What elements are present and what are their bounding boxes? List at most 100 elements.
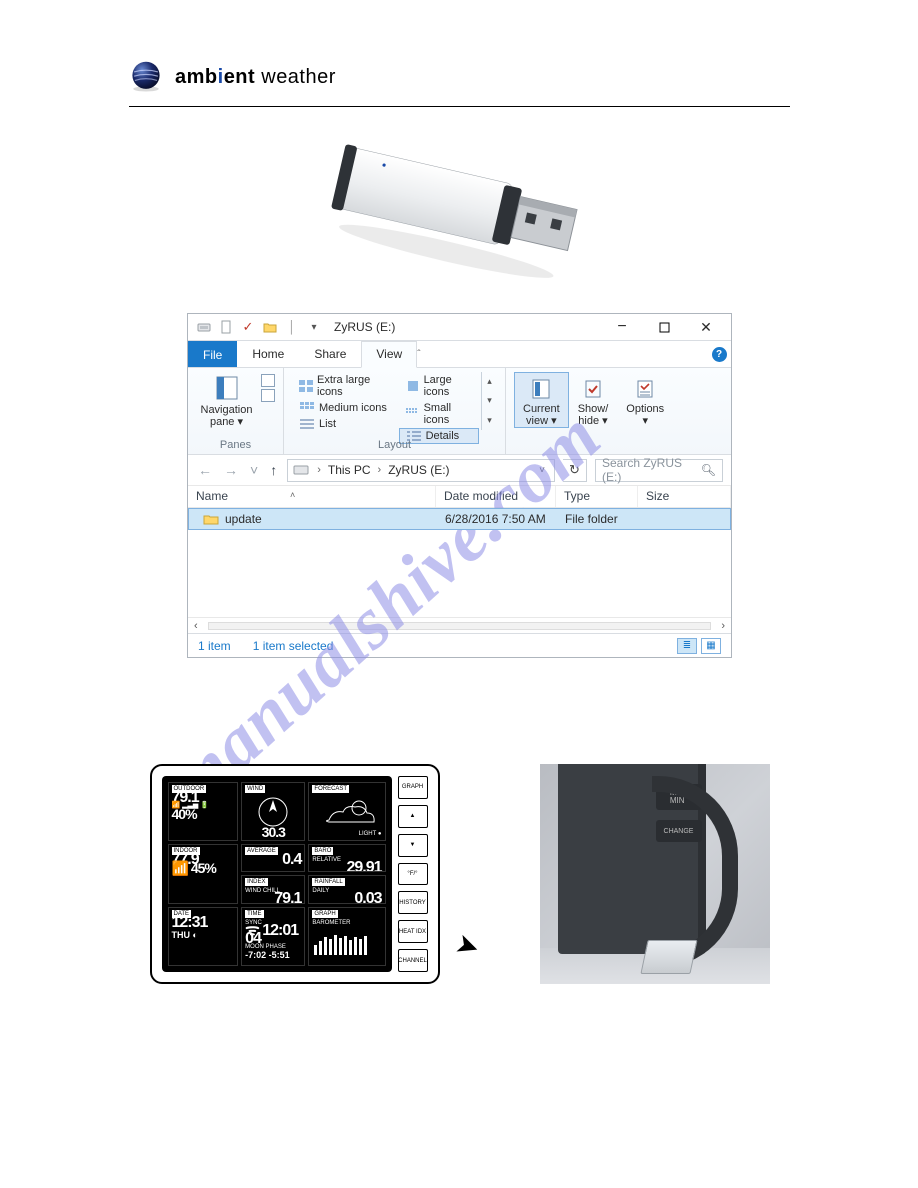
address-bar-row: ← → ˅ ↑ › This PC › ZyRUS (E:) ˅ ↻ Searc… [188,455,731,486]
crumb-this-pc[interactable]: This PC [326,463,373,477]
forecast-icon [319,794,375,830]
breadcrumb[interactable]: › This PC › ZyRUS (E:) ˅ [287,459,555,482]
status-selected: 1 item selected [253,639,334,653]
layout-gallery-more[interactable]: ▴▾▾ [481,372,497,430]
btn-up[interactable]: ▲ [398,805,428,828]
back-button[interactable]: ← [196,462,214,478]
scroll-left-icon[interactable]: ‹ [194,620,198,632]
usb-inserted-icon [640,940,697,974]
options-icon [635,378,655,400]
xl-icons-icon [299,380,313,392]
scroll-right-icon[interactable]: › [721,620,725,632]
item-date: 6/28/2016 7:50 AM [437,512,557,526]
up-button[interactable]: ↑ [268,462,279,478]
minimize-button[interactable]: − [601,315,643,340]
qat-sep: │ [284,319,300,335]
search-icon: 🔍︎ [701,463,716,477]
col-size[interactable]: Size [638,486,731,507]
forward-button[interactable]: → [222,462,240,478]
layout-gallery-right[interactable]: Large icons Small icons Details [399,372,479,430]
doc-icon [218,319,234,335]
options-button[interactable]: Options ▾ [617,372,673,428]
s-icons-icon [406,408,420,420]
brand-logo: ambient weather [129,60,790,94]
group-label-panes: Panes [196,437,275,454]
btn-unit[interactable]: °F/° [398,863,428,886]
device-usb-photo: MAX MIN CHANGE [540,764,770,984]
address-dropdown[interactable]: ˅ [532,465,552,476]
thumb-view-icon[interactable]: ▦ [701,638,721,654]
drive-icon [292,462,310,478]
bargraph-icon [312,927,372,957]
close-button[interactable]: ✕ [685,315,727,340]
column-headers[interactable]: Name˄ Date modified Type Size [188,486,731,508]
btn-heatidx[interactable]: HEAT IDX [398,920,428,943]
chevron-right-icon[interactable]: › [312,464,326,476]
showhide-icon [583,378,603,400]
item-type: File folder [557,512,639,526]
group-label-layout: Layout [292,437,497,454]
maximize-button[interactable] [643,315,685,340]
file-explorer-window: ✓ │ ▾ ZyRUS (E:) − ✕ File Home Share Vie… [187,313,732,658]
status-bar: 1 item 1 item selected ≣ ▦ [188,633,731,657]
ribbon: Navigation pane ▾ Panes Extra large icon… [188,368,731,455]
tab-file[interactable]: File [188,341,237,367]
folder-icon [262,319,278,335]
current-view-button[interactable]: Current view ▾ [514,372,569,428]
sort-asc-icon: ˄ [290,490,295,500]
window-title: ZyRUS (E:) [334,320,395,334]
usb-drive-icon [307,125,612,285]
folder-icon [203,513,219,525]
details-view-icon[interactable]: ≣ [677,638,697,654]
col-date[interactable]: Date modified [436,486,556,507]
device-maxmin-button: MAX MIN [656,784,702,810]
usb-drive-figure [129,125,790,285]
btn-down[interactable]: ▼ [398,834,428,857]
recent-locations[interactable]: ˅ [248,462,260,478]
drive-icon [196,319,212,335]
layout-gallery-left[interactable]: Extra large icons Medium icons List [292,372,395,430]
file-list[interactable]: update 6/28/2016 7:50 AM File folder [188,508,731,617]
titlebar[interactable]: ✓ │ ▾ ZyRUS (E:) − ✕ [188,314,731,341]
search-input[interactable]: Search ZyRUS (E:) 🔍︎ [595,459,723,482]
navigation-pane-button[interactable]: Navigation pane ▾ [196,372,257,428]
compass-icon [251,794,295,828]
help-button[interactable]: ? [707,341,731,367]
qat-overflow[interactable]: ▾ [306,319,322,335]
header-rule [129,106,790,107]
globe-icon [129,60,163,94]
tab-home[interactable]: Home [237,341,299,367]
quick-access-toolbar: ✓ │ ▾ [196,319,322,335]
navpane-icon [216,376,238,400]
l-icons-icon [406,380,420,392]
list-icon [299,418,315,430]
list-item[interactable]: update 6/28/2016 7:50 AM File folder [188,508,731,530]
ribbon-tabs: File Home Share View ˆ ? [188,341,731,368]
horizontal-scrollbar[interactable]: ‹ › [188,617,731,633]
btn-graph[interactable]: GRAPH [398,776,428,799]
col-type[interactable]: Type [556,486,638,507]
search-placeholder: Search ZyRUS (E:) [602,456,695,484]
show-hide-button[interactable]: Show/ hide ▾ [569,372,618,428]
ribbon-minimize[interactable]: ˆ [417,349,420,360]
brand-text: ambient weather [175,66,336,89]
chevron-right-icon[interactable]: › [373,464,387,476]
pointer-arrow-icon: ➤ [451,926,484,965]
console-figure: OUTDOOR 79.1 📶 ▂▃▅ 🔋 40% WIND 30.3 FOREC… [150,764,440,984]
item-name: update [225,512,262,526]
btn-channel[interactable]: CHANNEL [398,949,428,972]
tab-view[interactable]: View [361,341,417,368]
tab-share[interactable]: Share [299,341,361,367]
console-side-buttons: GRAPH ▲ ▼ °F/° HISTORY HEAT IDX CHANNEL [398,776,428,972]
btn-history[interactable]: HISTORY [398,891,428,914]
pane-mini-buttons[interactable] [261,372,275,428]
refresh-button[interactable]: ↻ [563,459,587,482]
col-name[interactable]: Name˄ [188,486,436,507]
console-screen: OUTDOOR 79.1 📶 ▂▃▅ 🔋 40% WIND 30.3 FOREC… [162,776,392,972]
m-icons-icon [299,402,315,414]
check-icon[interactable]: ✓ [240,319,256,335]
status-count: 1 item [198,639,231,653]
device-change-button: CHANGE [656,820,702,842]
currentview-icon [531,378,551,400]
crumb-drive[interactable]: ZyRUS (E:) [386,463,451,477]
